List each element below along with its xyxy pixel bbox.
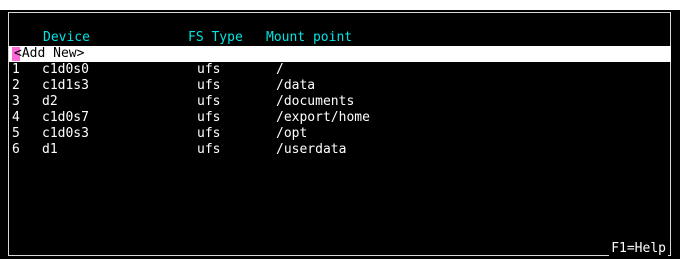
fs-type-cell: ufs bbox=[197, 142, 221, 157]
fs-type-cell: ufs bbox=[197, 62, 221, 77]
fs-type-cell: ufs bbox=[197, 110, 221, 125]
mount-point-cell: /opt bbox=[276, 126, 308, 141]
device-cell: c1d0s7 bbox=[42, 110, 89, 125]
row-number: 5 bbox=[12, 126, 20, 141]
mount-point-cell: / bbox=[276, 62, 284, 77]
row-number: 2 bbox=[12, 78, 20, 93]
mount-point-cell: /export/home bbox=[276, 110, 370, 125]
terminal-window: Device FS Type Mount point <Add New> 1 c… bbox=[0, 10, 680, 259]
table-row[interactable]: 5 c1d0s3 ufs /opt bbox=[0, 126, 680, 142]
table-row[interactable]: 2 c1d1s3 ufs /data bbox=[0, 78, 680, 94]
mount-point-cell: /documents bbox=[276, 94, 355, 109]
row-number: 1 bbox=[12, 62, 20, 77]
mount-point-cell: /userdata bbox=[276, 142, 347, 157]
column-header-mount-point: Mount point bbox=[266, 30, 353, 45]
table-header: Device FS Type Mount point bbox=[0, 30, 680, 46]
device-cell: c1d0s0 bbox=[42, 62, 89, 77]
add-new-label: <Add New> bbox=[14, 46, 85, 61]
help-hint[interactable]: F1=Help bbox=[609, 241, 668, 257]
fs-type-cell: ufs bbox=[197, 78, 221, 93]
fs-type-cell: ufs bbox=[197, 126, 221, 141]
device-cell: d2 bbox=[42, 94, 58, 109]
row-number: 6 bbox=[12, 142, 20, 157]
column-header-fs-type: FS Type bbox=[188, 30, 243, 45]
fs-type-cell: ufs bbox=[197, 94, 221, 109]
row-number: 3 bbox=[12, 94, 20, 109]
table-row[interactable]: 6 d1 ufs /userdata bbox=[0, 142, 680, 158]
mount-point-cell: /data bbox=[276, 78, 316, 93]
column-header-device: Device bbox=[43, 30, 90, 45]
table-row[interactable]: 1 c1d0s0 ufs / bbox=[0, 62, 680, 78]
add-new-row[interactable]: <Add New> bbox=[9, 46, 671, 62]
device-cell: c1d1s3 bbox=[42, 78, 89, 93]
row-number: 4 bbox=[12, 110, 20, 125]
table-row[interactable]: 4 c1d0s7 ufs /export/home bbox=[0, 110, 680, 126]
table-row[interactable]: 3 d2 ufs /documents bbox=[0, 94, 680, 110]
device-cell: d1 bbox=[42, 142, 58, 157]
device-cell: c1d0s3 bbox=[42, 126, 89, 141]
